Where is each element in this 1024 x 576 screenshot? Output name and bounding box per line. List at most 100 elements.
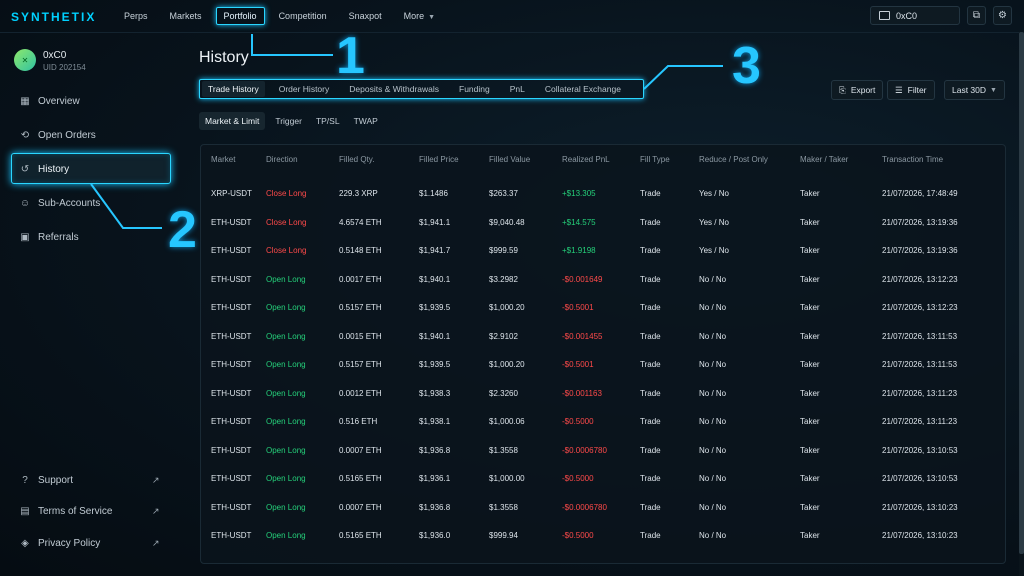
cell-filled-qty: 0.0017 ETH [339,274,382,284]
tab-trade-history[interactable]: Trade History [202,81,265,97]
column-header-reduce-post-only: Reduce / Post Only [699,155,768,164]
nav-markets[interactable]: Markets [170,11,202,21]
sidebar-footer-support[interactable]: ? Support [19,472,73,488]
cell-direction: Open Long [266,274,306,284]
cell-direction: Open Long [266,388,306,398]
export-label: Export [850,85,876,95]
help-icon: ? [22,474,28,486]
cell-transaction-time: 21/07/2026, 13:11:23 [882,417,958,426]
sidebar-item-label: Overview [38,95,80,107]
top-nav: SYNTHETIX Perps Markets Portfolio Compet… [0,0,1024,33]
sidebar-footer-terms[interactable]: ▤ Terms of Service [19,503,112,519]
users-icon: ☺ [19,197,31,209]
cell-reduce-post-only: No / No [699,388,727,398]
cell-filled-value: $3.2982 [489,274,518,284]
annotation-line-1 [251,34,333,56]
cell-maker-taker: Taker [800,217,820,227]
sidebar-footer-privacy[interactable]: ◈ Privacy Policy [19,535,100,551]
cell-maker-taker: Taker [800,474,820,483]
subtab-tpsl[interactable]: TP/SL [316,116,340,126]
subtab-market-limit[interactable]: Market & Limit [199,112,266,130]
cell-filled-value: $263.37 [489,189,518,198]
cell-filled-qty: 0.5157 ETH [339,360,382,369]
cell-direction: Open Long [266,331,306,341]
cell-reduce-post-only: Yes / No [699,189,729,198]
nav-portfolio[interactable]: Portfolio [215,7,265,25]
page-scrollbar-thumb[interactable] [1019,32,1024,554]
filter-icon: ☰ [895,84,903,95]
annotation-number-1: 1 [336,27,365,85]
synthetix-logo[interactable]: SYNTHETIX [11,10,96,24]
sidebar-item-referrals[interactable]: ▣ Referrals [19,229,78,245]
cell-market: ETH-USDT [211,417,252,426]
cell-transaction-time: 21/07/2026, 17:48:49 [882,189,958,198]
avatar: ✕ [14,49,36,71]
sidebar-item-history[interactable]: ↺ History [19,161,69,177]
sidebar-item-overview[interactable]: ▦ Overview [19,93,80,109]
order-type-subtabs: Market & Limit Trigger TP/SL TWAP [199,112,392,130]
export-button[interactable]: ⎘ Export [831,80,884,100]
cell-filled-qty: 0.5165 ETH [339,531,382,540]
cell-filled-price: $1,939.5 [419,303,451,312]
nav-more[interactable]: More ▼ [404,11,435,21]
cell-filled-price: $1,940.1 [419,331,451,341]
sidebar-item-label: History [38,163,70,175]
cell-market: ETH-USDT [211,303,252,312]
cell-fill-type: Trade [640,502,661,512]
cell-fill-type: Trade [640,531,661,540]
sidebar-footer-label: Terms of Service [38,505,113,517]
column-header-fill-type: Fill Type [640,155,670,164]
cell-filled-qty: 229.3 XRP [339,189,378,198]
cell-reduce-post-only: Yes / No [699,217,729,227]
document-icon: ▤ [20,505,30,517]
cell-direction: Open Long [266,502,306,512]
cell-filled-value: $1.3558 [489,445,518,455]
cell-fill-type: Trade [640,445,661,455]
filter-button[interactable]: ☰ Filter [887,80,935,100]
cell-realized-pnl: -$0.5000 [562,531,594,540]
language-button[interactable]: ⧉ [967,6,986,25]
cell-transaction-time: 21/07/2026, 13:11:23 [882,388,958,398]
external-link-icon: ↗ [152,475,160,485]
nav-snaxpot[interactable]: Snaxpot [349,11,382,21]
cell-market: ETH-USDT [211,331,252,341]
tab-pnl[interactable]: PnL [510,84,525,94]
annotation-number-2: 2 [168,201,197,259]
cell-market: ETH-USDT [211,217,252,227]
sidebar-item-open-orders[interactable]: ⟲ Open Orders [19,127,96,143]
cell-maker-taker: Taker [800,531,820,540]
cell-filled-qty: 0.0012 ETH [339,388,382,398]
cell-realized-pnl: +$1.9198 [562,246,596,255]
cell-filled-price: $1.1486 [419,189,448,198]
cell-filled-price: $1,941.7 [419,246,451,255]
cell-market: ETH-USDT [211,531,252,540]
cell-direction: Open Long [266,417,306,426]
settings-button[interactable]: ⚙ [993,6,1012,25]
cell-fill-type: Trade [640,417,661,426]
tab-deposits-withdrawals[interactable]: Deposits & Withdrawals [349,84,439,94]
column-header-realized-pnl: Realized PnL [562,155,610,164]
translate-icon: ⧉ [972,10,981,21]
date-range-select[interactable]: Last 30D ▼ [944,80,1005,100]
cell-direction: Close Long [266,217,307,227]
cell-filled-qty: 0.516 ETH [339,417,378,426]
cell-filled-value: $999.94 [489,531,518,540]
cell-filled-price: $1,938.1 [419,417,451,426]
cell-filled-value: $2.9102 [489,331,518,341]
cell-market: ETH-USDT [211,360,252,369]
nav-perps[interactable]: Perps [124,11,148,21]
cell-maker-taker: Taker [800,189,820,198]
subtab-trigger[interactable]: Trigger [275,116,302,126]
cell-filled-value: $1,000.06 [489,417,525,426]
tab-order-history[interactable]: Order History [279,84,330,94]
cell-maker-taker: Taker [800,360,820,369]
column-header-filled-price: Filled Price [419,155,459,164]
sidebar-item-sub-accounts[interactable]: ☺ Sub-Accounts [19,195,100,211]
nav-competition[interactable]: Competition [279,11,327,21]
subtab-twap[interactable]: TWAP [354,116,378,126]
tab-funding[interactable]: Funding [459,84,490,94]
wallet-button[interactable]: 0xC0 [870,6,960,25]
cell-reduce-post-only: No / No [699,445,727,455]
wallet-icon [879,11,890,20]
tab-collateral-exchange[interactable]: Collateral Exchange [545,84,621,94]
